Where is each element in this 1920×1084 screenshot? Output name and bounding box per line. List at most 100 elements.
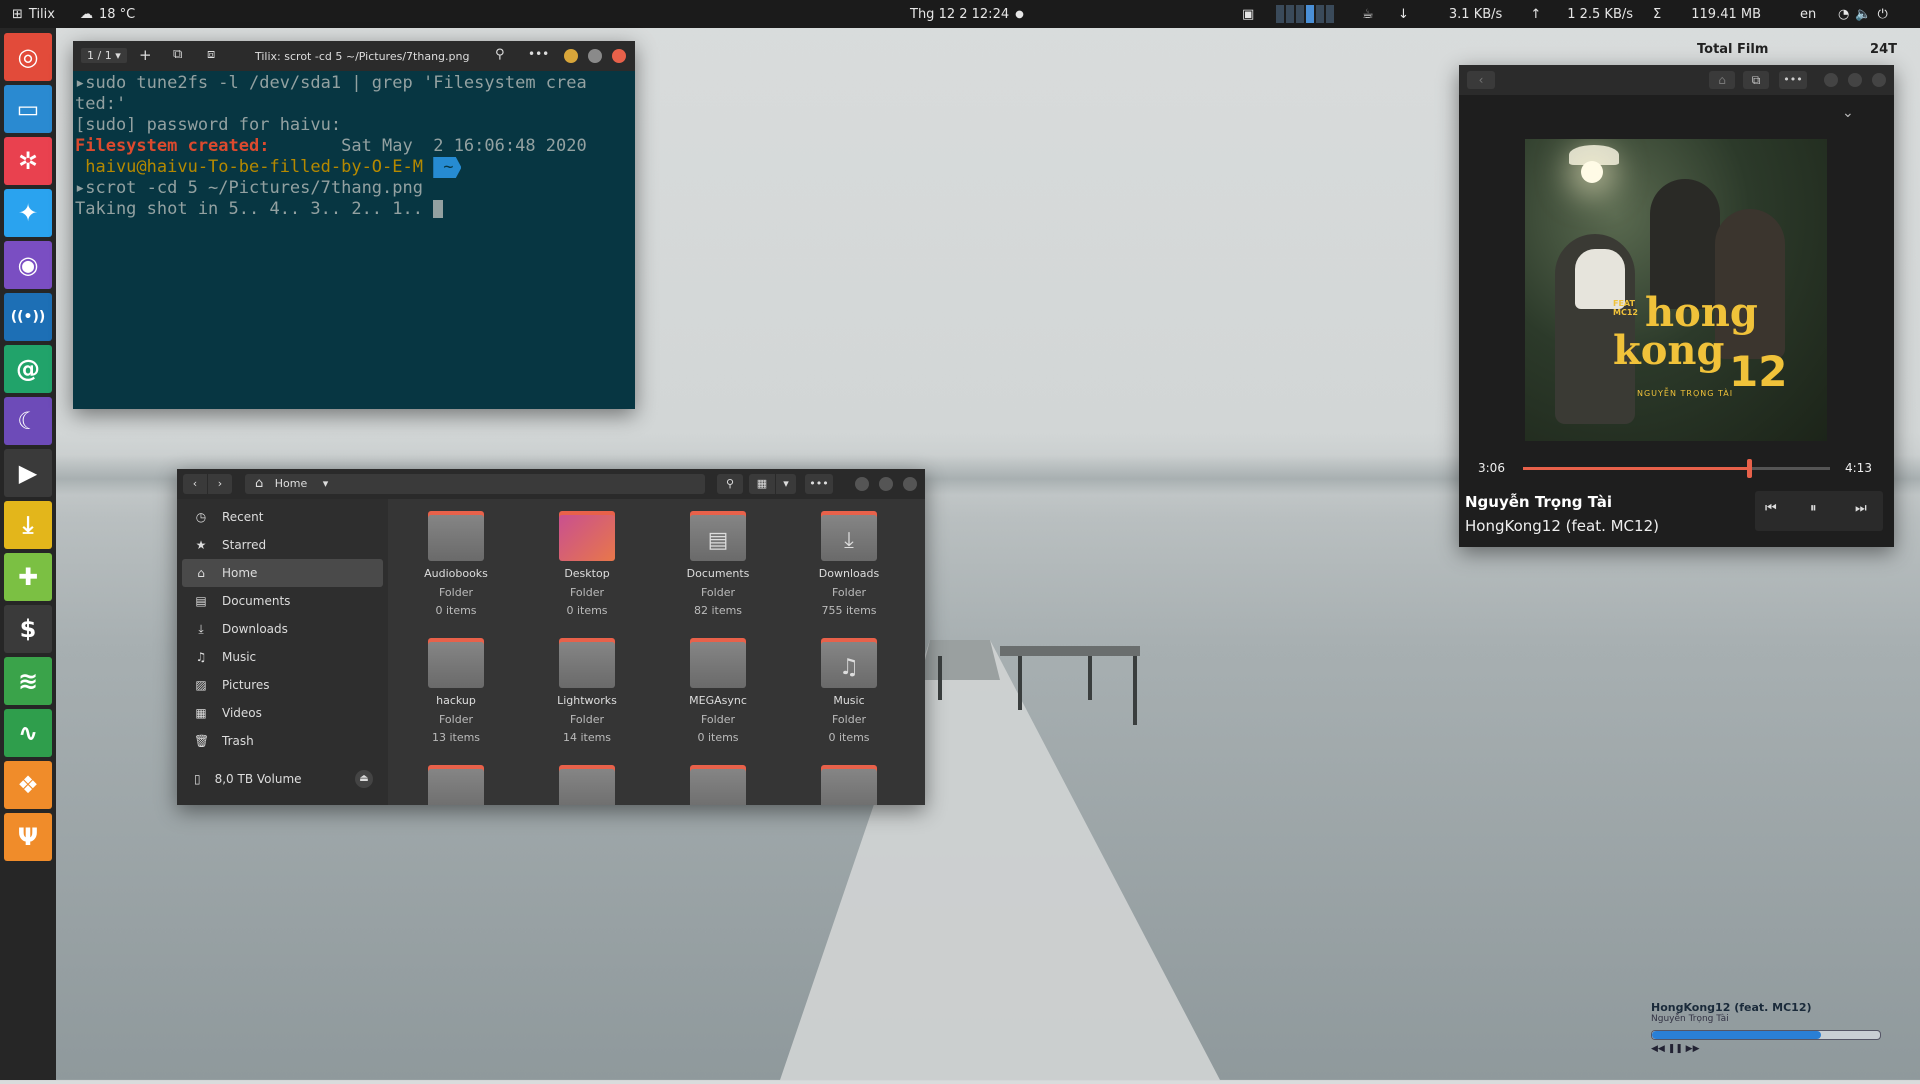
music-player-window[interactable]: ‹ ⌂ ⧉ ••• ⌄ FEAT MC12 hong kong 12 NGUYỄ… (1459, 65, 1894, 547)
path-bar[interactable]: ⌂ Home ▾ (245, 474, 705, 494)
previous-button[interactable]: ⏮ (1765, 501, 1777, 516)
folder-item[interactable] (396, 765, 516, 805)
folder-item[interactable]: hackup Folder 13 items (396, 638, 516, 744)
split-down-icon[interactable]: ⧈ (207, 47, 215, 62)
session-switcher[interactable]: 1 / 1 ▾ (81, 48, 127, 63)
folder-item[interactable]: Desktop Folder 0 items (527, 511, 647, 617)
active-app-menu[interactable]: ⊞ Tilix (12, 0, 55, 28)
mini-player-widget[interactable]: HongKong12 (feat. MC12) Nguyễn Trọng Tài… (1651, 1001, 1883, 1061)
dock-item[interactable]: ☾ (4, 397, 52, 445)
dock-item[interactable]: ⤓ (4, 501, 52, 549)
maximize-button[interactable] (1848, 73, 1862, 87)
dock-item[interactable]: ▭ (4, 85, 52, 133)
folder-item[interactable] (527, 765, 647, 805)
mini-artist: Nguyễn Trọng Tài (1651, 1014, 1729, 1024)
player-titlebar[interactable]: ‹ ⌂ ⧉ ••• (1459, 65, 1894, 95)
menu-button[interactable]: ••• (805, 474, 833, 494)
sidebar-item-label: Recent (222, 510, 264, 524)
system-monitor[interactable] (1276, 0, 1334, 28)
dock-item[interactable]: ✲ (4, 137, 52, 185)
view-options-button[interactable]: ▾ (776, 474, 796, 494)
folder-item[interactable]: Audiobooks Folder 0 items (396, 511, 516, 617)
split-terminal-icon[interactable]: ⧉ (173, 47, 182, 62)
status-menu[interactable]: ◔ 🔈 ⏻ (1838, 0, 1888, 28)
folder-item[interactable]: Lightworks Folder 14 items (527, 638, 647, 744)
netspeed-indicator[interactable]: ↓ 3.1 KB/s ↑ 1 2.5 KB/s Σ 119.41 MB (1398, 0, 1761, 28)
sidebar-item-recent[interactable]: ◷ Recent (182, 503, 383, 531)
folder-name: Desktop (564, 567, 610, 580)
mini-progress-bar[interactable] (1651, 1030, 1881, 1040)
menu-icon[interactable]: ••• (1779, 71, 1807, 89)
minimize-button[interactable] (855, 477, 869, 491)
mini-controls[interactable]: ◀◀ ❚❚ ▶▶ (1651, 1044, 1883, 1054)
sidebar-item-home[interactable]: ⌂ Home (182, 559, 383, 587)
home-icon[interactable]: ⌂ (1709, 71, 1735, 89)
folder-item[interactable]: MEGAsync Folder 0 items (658, 638, 778, 744)
files-headerbar[interactable]: ‹ › ⌂ Home ▾ ⚲ ▦ ▾ ••• (177, 469, 925, 499)
folder-item[interactable]: ♫ Music Folder 0 items (789, 638, 909, 744)
menu-icon[interactable]: ••• (528, 47, 549, 61)
folder-item[interactable]: ⤓ Downloads Folder 755 items (789, 511, 909, 617)
pause-button[interactable]: ⏸ (1810, 501, 1817, 516)
search-button[interactable]: ⚲ (717, 474, 743, 494)
minimize-button[interactable] (564, 49, 578, 63)
folder-item[interactable] (789, 765, 909, 805)
terminal-output[interactable]: ▸sudo tune2fs -l /dev/sda1 | grep 'Files… (73, 71, 635, 220)
back-button[interactable]: ‹ (183, 474, 207, 494)
terminal-titlebar[interactable]: 1 / 1 ▾ + ⧉ ⧈ Tilix: scrot -cd 5 ~/Pictu… (73, 41, 635, 71)
dock-item[interactable]: $ (4, 605, 52, 653)
maximize-button[interactable] (879, 477, 893, 491)
dock-item[interactable]: @ (4, 345, 52, 393)
next-button[interactable]: ⏭ (1855, 501, 1867, 516)
file-grid[interactable]: Audiobooks Folder 0 items Desktop Folder 0 it… (388, 499, 925, 805)
dock-item[interactable]: ❖ (4, 761, 52, 809)
eject-icon[interactable]: ⏏ (355, 770, 373, 788)
sidebar-item-starred[interactable]: ★ Starred (182, 531, 383, 559)
add-session-icon[interactable]: + (139, 46, 152, 64)
folder-item[interactable] (658, 765, 778, 805)
forward-button[interactable]: › (208, 474, 232, 494)
sidebar-item-volume[interactable]: ▯ 8,0 TB Volume ⏏ (182, 765, 383, 793)
dock-item[interactable]: ▶ (4, 449, 52, 497)
session-count: 1 / 1 (87, 49, 112, 62)
clock[interactable]: Thg 12 2 12:24 ● (910, 0, 1024, 28)
dock-item[interactable]: ✦ (4, 189, 52, 237)
dock-item[interactable]: Ψ (4, 813, 52, 861)
close-button[interactable] (612, 49, 626, 63)
weather-indicator[interactable]: ☁ 18 °C (80, 0, 135, 28)
collapse-chevron-icon[interactable]: ⌄ (1842, 105, 1854, 121)
sidebar-item-videos[interactable]: ▦ Videos (182, 699, 383, 727)
sidebar-item-downloads[interactable]: ⤓ Downloads (182, 615, 383, 643)
close-button[interactable] (903, 477, 917, 491)
sidebar-item-trash[interactable]: 🗑 Trash (182, 727, 383, 755)
folder-icon: ♫ (821, 638, 877, 688)
prompt-dir: ~ (433, 157, 462, 178)
dock-item[interactable]: ◉ (4, 241, 52, 289)
sidebar-item-pictures[interactable]: ▨ Pictures (182, 671, 383, 699)
file-manager-window[interactable]: ‹ › ⌂ Home ▾ ⚲ ▦ ▾ ••• ◷ Recent ★ Starred ⌂ H… (177, 469, 925, 805)
screen-indicator[interactable]: ▣ (1242, 0, 1254, 28)
language-indicator[interactable]: en (1800, 0, 1816, 28)
dock-item[interactable]: ∿ (4, 709, 52, 757)
search-icon[interactable]: ⚲ (495, 47, 505, 62)
folder-name: Lightworks (557, 694, 617, 707)
view-toggle-button[interactable]: ▦ (749, 474, 775, 494)
download-arrow-icon: ↓ (1398, 6, 1409, 22)
dock-item[interactable]: ◎ (4, 33, 52, 81)
sidebar-item-music[interactable]: ♫ Music (182, 643, 383, 671)
mini-mode-icon[interactable]: ⧉ (1743, 71, 1769, 89)
dock-item[interactable]: ((•)) (4, 293, 52, 341)
seek-handle[interactable] (1746, 459, 1752, 478)
folder-item[interactable]: ▤ Documents Folder 82 items (658, 511, 778, 617)
terminal-window[interactable]: 1 / 1 ▾ + ⧉ ⧈ Tilix: scrot -cd 5 ~/Pictu… (73, 41, 635, 409)
caffeine-indicator[interactable]: ☕ (1362, 0, 1374, 28)
seek-progress (1523, 467, 1749, 470)
dock-item[interactable]: ✚ (4, 553, 52, 601)
dock-item[interactable]: ≋ (4, 657, 52, 705)
minimize-button[interactable] (1824, 73, 1838, 87)
seek-bar[interactable] (1523, 459, 1830, 478)
sidebar-item-documents[interactable]: ▤ Documents (182, 587, 383, 615)
maximize-button[interactable] (588, 49, 602, 63)
back-button[interactable]: ‹ (1467, 71, 1495, 89)
close-button[interactable] (1872, 73, 1886, 87)
